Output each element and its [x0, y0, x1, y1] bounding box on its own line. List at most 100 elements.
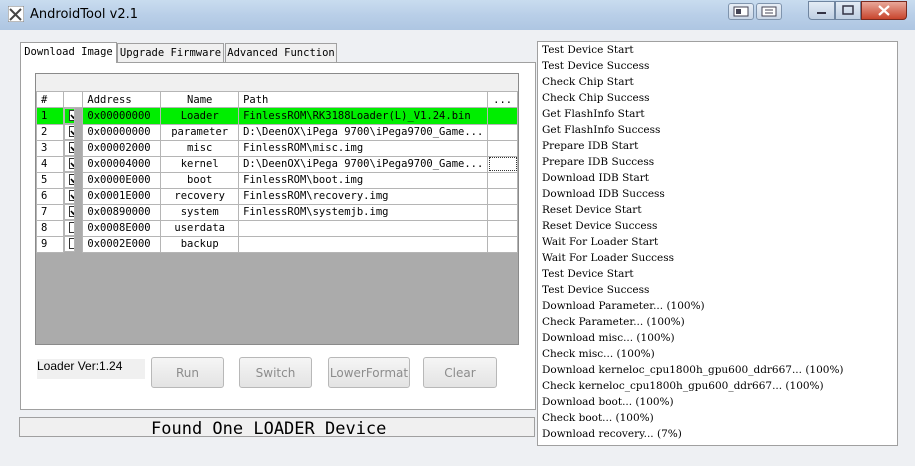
row-more[interactable] — [487, 235, 518, 253]
log-line: Check kerneloc_cpu1800h_gpu600_ddr667...… — [542, 380, 824, 392]
window-title: AndroidTool v2.1 — [30, 7, 139, 22]
row-more[interactable] — [487, 203, 518, 221]
row-checkbox[interactable] — [63, 188, 75, 204]
log-line: Check misc... (100%) — [542, 348, 655, 360]
table-row[interactable]: 9 0x0002E000 backup — [36, 235, 518, 253]
col-header-check[interactable] — [62, 91, 84, 108]
close-icon — [878, 5, 890, 16]
row-name: kernel — [160, 155, 240, 173]
row-checkbox[interactable] — [63, 220, 75, 236]
row-num: 1 — [36, 107, 64, 125]
loader-version-label: Loader Ver:1.24 — [37, 359, 145, 379]
table-row[interactable]: 5 0x0000E000 boot FinlessROM\boot.img — [36, 171, 518, 189]
image-list-grid[interactable]: # Address Name Path ... 1 0x00000000 Loade… — [35, 73, 519, 345]
checked-checkbox-icon[interactable] — [68, 109, 74, 121]
switch-window-button[interactable] — [728, 3, 754, 20]
log-line: Download recovery... (7%) — [542, 428, 682, 440]
lowerformat-button[interactable]: LowerFormat — [328, 357, 410, 388]
row-num: 2 — [36, 123, 64, 141]
log-line: Download misc... (100%) — [542, 332, 675, 344]
row-more[interactable] — [487, 219, 518, 237]
row-more[interactable] — [487, 123, 518, 141]
row-name: boot — [160, 171, 240, 189]
col-header-num[interactable]: # — [36, 91, 64, 108]
checked-checkbox-icon[interactable] — [68, 125, 74, 137]
row-address: 0x00002000 — [82, 139, 162, 157]
run-button[interactable]: Run — [151, 357, 224, 388]
close-button[interactable] — [861, 1, 907, 20]
checked-checkbox-icon[interactable] — [68, 205, 74, 217]
row-num: 5 — [36, 171, 64, 189]
checked-checkbox-icon[interactable] — [68, 173, 74, 185]
row-path[interactable]: D:\DeenOX\iPega 9700\iPega9700_Game... — [238, 123, 489, 141]
row-path[interactable]: FinlessROM\misc.img — [238, 139, 489, 157]
tab-upgrade-firmware[interactable]: Upgrade Firmware — [117, 43, 224, 62]
row-address: 0x00890000 — [82, 203, 162, 221]
log-line: Test Device Success — [542, 60, 650, 72]
log-line: Download boot... (100%) — [542, 396, 674, 408]
log-line: Prepare IDB Success — [542, 156, 655, 168]
checked-checkbox-icon[interactable] — [68, 189, 74, 201]
row-path[interactable]: FinlessROM\RK3188Loader(L)_V1.24.bin — [238, 107, 489, 125]
table-row[interactable]: 6 0x0001E000 recovery FinlessROM\recovery.i… — [36, 187, 518, 205]
unchecked-checkbox-icon[interactable] — [68, 221, 74, 233]
row-path[interactable]: D:\DeenOX\iPega 9700\iPega9700_Game... — [238, 155, 489, 173]
row-more[interactable] — [487, 107, 518, 125]
row-checkbox[interactable] — [63, 108, 75, 124]
row-path[interactable]: FinlessROM\recovery.img — [238, 187, 489, 205]
col-header-path[interactable]: Path — [238, 91, 489, 108]
log-panel[interactable]: Test Device Start Test Device Success Chec… — [537, 41, 898, 446]
maximize-button[interactable] — [835, 1, 861, 20]
col-header-more[interactable]: ... — [487, 91, 518, 108]
row-path[interactable] — [238, 235, 489, 253]
table-row[interactable]: 8 0x0008E000 userdata — [36, 219, 518, 237]
window-switch-icon — [733, 6, 749, 17]
switch-button[interactable]: Switch — [239, 357, 312, 388]
minimize-button[interactable] — [808, 1, 835, 20]
row-checkbox[interactable] — [63, 140, 75, 156]
list-icon — [761, 6, 777, 17]
grid-top-strip — [36, 74, 518, 92]
row-checkbox[interactable] — [63, 156, 75, 172]
row-path[interactable]: FinlessROM\boot.img — [238, 171, 489, 189]
row-path[interactable] — [238, 219, 489, 237]
row-checkbox[interactable] — [63, 172, 75, 188]
log-line: Reset Device Success — [542, 220, 658, 232]
row-address: 0x0008E000 — [82, 219, 162, 237]
log-line: Check Chip Success — [542, 92, 650, 104]
log-line: Download IDB Start — [542, 172, 650, 184]
row-more[interactable] — [487, 171, 518, 189]
checked-checkbox-icon[interactable] — [68, 141, 74, 153]
list-view-button[interactable] — [756, 3, 782, 20]
row-more[interactable] — [487, 139, 518, 157]
row-checkbox[interactable] — [63, 204, 75, 220]
row-checkbox[interactable] — [63, 124, 75, 140]
clear-button[interactable]: Clear — [423, 357, 497, 388]
table-row[interactable]: 2 0x00000000 parameter D:\DeenOX\iPega 9700… — [36, 123, 518, 141]
log-line: Check Parameter... (100%) — [542, 316, 685, 328]
row-name: userdata — [160, 219, 240, 237]
tab-download-image[interactable]: Download Image — [20, 42, 117, 63]
unchecked-checkbox-icon[interactable] — [68, 237, 74, 249]
log-line: Test Device Start — [542, 268, 634, 280]
tab-advanced-function[interactable]: Advanced Function — [225, 43, 337, 62]
row-path[interactable]: FinlessROM\systemjb.img — [238, 203, 489, 221]
log-line: Download IDB Success — [542, 188, 665, 200]
device-status: Found One LOADER Device — [151, 419, 387, 439]
row-more[interactable] — [487, 155, 518, 173]
row-name: backup — [160, 235, 240, 253]
row-num: 6 — [36, 187, 64, 205]
log-line: Check Chip Start — [542, 76, 634, 88]
col-header-name[interactable]: Name — [160, 91, 240, 108]
row-num: 8 — [36, 219, 64, 237]
log-line: Prepare IDB Start — [542, 140, 639, 152]
row-checkbox[interactable] — [63, 236, 75, 252]
checked-checkbox-icon[interactable] — [68, 157, 74, 169]
table-row[interactable]: 3 0x00002000 misc FinlessROM\misc.img — [36, 139, 518, 157]
table-row[interactable]: 7 0x00890000 system FinlessROM\systemjb.img — [36, 203, 518, 221]
row-address: 0x00000000 — [82, 123, 162, 141]
table-row[interactable]: 1 0x00000000 Loader FinlessROM\RK3188Loader… — [36, 107, 518, 125]
table-row[interactable]: 4 0x00004000 kernel D:\DeenOX\iPega 9700\iP… — [36, 155, 518, 173]
row-more[interactable] — [487, 187, 518, 205]
col-header-address[interactable]: Address — [82, 91, 162, 108]
